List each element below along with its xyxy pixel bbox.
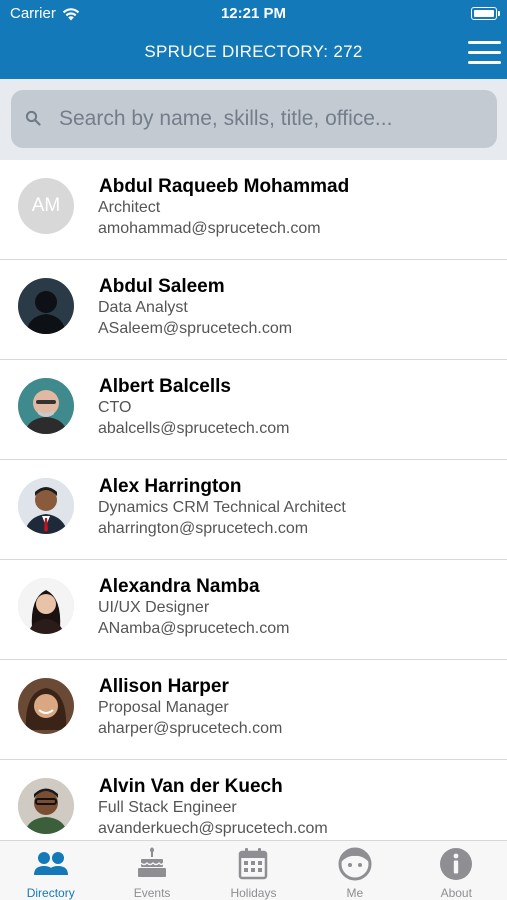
employee-row[interactable]: Albert Balcells CTO abalcells@sprucetech… [0, 360, 507, 460]
employee-email: avanderkuech@sprucetech.com [98, 820, 328, 837]
avatar-photo [18, 478, 74, 534]
battery-icon [471, 7, 500, 20]
menu-bar-icon [468, 51, 501, 54]
employee-name: Abdul Raqueeb Mohammad [99, 176, 350, 197]
employee-row[interactable]: Allison Harper Proposal Manager aharper@… [0, 660, 507, 760]
employee-title: CTO [98, 399, 132, 416]
tab-label: About [440, 886, 472, 900]
employee-email: ANamba@sprucetech.com [98, 620, 290, 637]
status-bar: Carrier 12:21 PM [0, 0, 507, 28]
employee-name: Allison Harper [99, 676, 229, 697]
info-icon [440, 848, 473, 880]
tab-about[interactable]: About [406, 841, 507, 900]
employee-name: Alexandra Namba [99, 576, 260, 597]
employee-email: aharrington@sprucetech.com [98, 520, 309, 537]
avatar-initials: AM [18, 178, 74, 234]
tab-directory[interactable]: Directory [0, 841, 101, 900]
avatar-photo [18, 578, 74, 634]
employee-email: ASaleem@sprucetech.com [98, 320, 293, 337]
employee-name: Albert Balcells [99, 376, 231, 397]
employee-title: Proposal Manager [98, 699, 229, 716]
tab-holidays[interactable]: Holidays [203, 841, 304, 900]
employee-name: Abdul Saleem [99, 276, 225, 297]
employee-name: Alex Harrington [99, 476, 242, 497]
tab-label: Me [346, 886, 364, 900]
search-box[interactable] [11, 90, 497, 148]
avatar-photo [18, 378, 74, 434]
employee-row[interactable]: Alvin Van der Kuech Full Stack Engineer … [0, 760, 507, 840]
employee-email: amohammad@sprucetech.com [98, 220, 321, 237]
menu-bar-icon [468, 61, 501, 64]
hamburger-menu-button[interactable] [468, 39, 501, 65]
employee-row[interactable]: AM Abdul Raqueeb Mohammad Architect amoh… [0, 160, 507, 260]
employee-title: Architect [98, 199, 161, 216]
search-bar [0, 79, 507, 160]
status-time: 12:21 PM [220, 5, 287, 22]
tab-events[interactable]: Events [101, 841, 202, 900]
search-icon [25, 110, 41, 126]
app-header: Carrier 12:21 PM SPRUCE DIRECTORY: 272 [0, 0, 507, 79]
tab-label: Events [133, 886, 171, 900]
employee-title: Data Analyst [98, 299, 188, 316]
employee-title: Dynamics CRM Technical Architect [98, 499, 346, 516]
tab-me[interactable]: Me [304, 841, 405, 900]
cake-icon [138, 847, 167, 877]
people-icon [33, 852, 68, 875]
employee-row[interactable]: Alex Harrington Dynamics CRM Technical A… [0, 460, 507, 560]
page-title: SPRUCE DIRECTORY: 272 [144, 42, 363, 61]
avatar-photo [18, 278, 74, 334]
tab-label: Holidays [230, 886, 277, 900]
employee-row[interactable]: Alexandra Namba UI/UX Designer ANamba@sp… [0, 560, 507, 660]
employee-title: UI/UX Designer [98, 599, 210, 616]
tab-bar: Directory Events Holidays Me About [0, 840, 507, 900]
face-icon [338, 847, 372, 881]
employee-email: aharper@sprucetech.com [98, 720, 283, 737]
calendar-icon [239, 848, 268, 880]
employee-row[interactable]: Abdul Saleem Data Analyst ASaleem@spruce… [0, 260, 507, 360]
avatar-photo [18, 678, 74, 734]
avatar-photo [18, 778, 74, 834]
employee-list: AM Abdul Raqueeb Mohammad Architect amoh… [0, 160, 507, 840]
employee-name: Alvin Van der Kuech [99, 776, 283, 797]
search-input[interactable] [59, 90, 489, 148]
employee-title: Full Stack Engineer [98, 799, 237, 816]
employee-email: abalcells@sprucetech.com [98, 420, 290, 437]
tab-label: Directory [26, 886, 75, 900]
menu-bar-icon [468, 41, 501, 44]
